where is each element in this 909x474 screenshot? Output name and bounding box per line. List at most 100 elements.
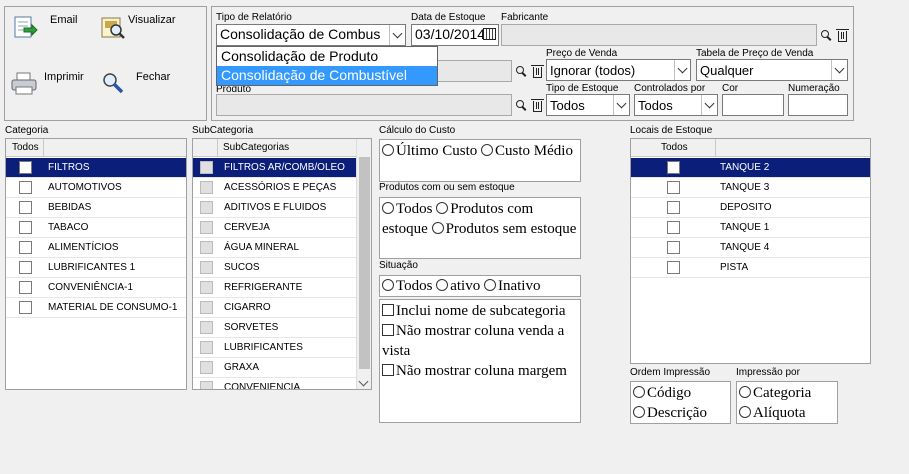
checkbox-icon[interactable] (382, 364, 394, 376)
calendar-icon[interactable] (483, 28, 496, 40)
ordem-descricao-radio[interactable]: Descrição (633, 403, 728, 423)
radio-icon[interactable] (382, 202, 394, 214)
locais-row[interactable]: PISTA (631, 258, 870, 278)
checkbox-icon[interactable] (382, 304, 394, 316)
controlados-select[interactable]: Todos (634, 94, 718, 116)
produto-input[interactable] (216, 94, 512, 116)
categoria-row[interactable]: CONVENIÊNCIA-1 (6, 278, 186, 298)
tabela-preco-select[interactable]: Qualquer (696, 59, 848, 81)
checkbox-icon[interactable] (199, 281, 213, 294)
impressao-categoria-radio[interactable]: Categoria (739, 383, 835, 403)
checkbox-icon[interactable] (199, 361, 213, 374)
dropdown-option-selected[interactable]: Consolidação de Combustível (217, 66, 437, 85)
tipo-estoque-select[interactable]: Todos (546, 94, 630, 116)
subcategoria-row[interactable]: FILTROS AR/COMB/OLEO (193, 158, 371, 178)
radio-icon[interactable] (739, 406, 751, 418)
chevron-down-icon[interactable] (831, 60, 847, 80)
subcategoria-row[interactable]: CERVEJA (193, 218, 371, 238)
categoria-row[interactable]: TABACO (6, 218, 186, 238)
locais-row[interactable]: TANQUE 2 (631, 158, 870, 178)
categoria-row[interactable]: AUTOMOTIVOS (6, 178, 186, 198)
chevron-down-icon[interactable] (701, 95, 717, 115)
checkbox-icon[interactable] (382, 324, 394, 336)
chevron-down-icon[interactable] (389, 25, 405, 45)
checkbox-icon[interactable] (199, 301, 213, 314)
radio-icon[interactable] (382, 279, 394, 291)
checkbox-icon[interactable] (18, 281, 32, 294)
subcategoria-row[interactable]: ACESSÓRIOS E PEÇAS (193, 178, 371, 198)
grupo-clear-icon[interactable] (529, 62, 545, 80)
subcategoria-row[interactable]: CONVENIENCIA (193, 378, 371, 389)
subcategoria-row[interactable]: ADITIVOS E FLUIDOS (193, 198, 371, 218)
subcategoria-row[interactable]: LUBRIFICANTES (193, 338, 371, 358)
categoria-row[interactable]: MATERIAL DE CONSUMO-1 (6, 298, 186, 318)
checkbox-icon[interactable] (199, 241, 213, 254)
locais-row[interactable]: TANQUE 1 (631, 218, 870, 238)
dropdown-option[interactable]: Consolidação de Produto (217, 47, 437, 66)
checkbox-icon[interactable] (18, 301, 32, 314)
checkbox-icon[interactable] (667, 261, 680, 274)
checkbox-icon[interactable] (199, 261, 213, 274)
imprimir-button[interactable]: Imprimir (10, 70, 84, 96)
checkbox-icon[interactable] (199, 341, 213, 354)
chevron-down-icon[interactable] (674, 60, 690, 80)
fabricante-search-icon[interactable] (818, 26, 834, 44)
visualizar-button[interactable]: Visualizar (100, 14, 176, 40)
fechar-button[interactable]: Fechar (100, 70, 170, 96)
locais-row[interactable]: DEPOSITO (631, 198, 870, 218)
scroll-down-icon[interactable] (358, 376, 369, 387)
locais-row[interactable]: TANQUE 3 (631, 178, 870, 198)
email-button[interactable]: Email (12, 14, 78, 40)
categoria-row[interactable]: BEBIDAS (6, 198, 186, 218)
radio-icon[interactable] (481, 144, 494, 156)
radio-icon[interactable] (739, 386, 751, 398)
fabricante-input[interactable] (501, 24, 817, 46)
checkbox-icon[interactable] (18, 201, 32, 214)
numeracao-input[interactable] (788, 94, 848, 116)
categoria-row[interactable]: ALIMENTÍCIOS (6, 238, 186, 258)
subcategoria-row[interactable]: CIGARRO (193, 298, 371, 318)
categoria-row[interactable]: LUBRIFICANTES 1 (6, 258, 186, 278)
ordem-codigo-radio[interactable]: Código (633, 383, 728, 403)
checkbox-icon[interactable] (18, 181, 32, 194)
radio-icon[interactable] (436, 279, 449, 291)
sit-inativo-radio[interactable]: Inativo (483, 278, 540, 294)
produto-clear-icon[interactable] (529, 96, 545, 114)
checkbox-icon[interactable] (667, 201, 680, 214)
inclui-subcategoria-checkbox[interactable]: Inclui nome de subcategoria (382, 301, 578, 321)
subcategoria-row[interactable]: REFRIGERANTE (193, 278, 371, 298)
radio-icon[interactable] (483, 279, 496, 291)
data-estoque-input[interactable]: 03/10/2014 (411, 24, 499, 46)
produto-search-icon[interactable] (513, 96, 529, 114)
checkbox-icon[interactable] (667, 221, 680, 234)
custo-medio-radio[interactable]: Custo Médio (481, 143, 573, 159)
checkbox-icon[interactable] (199, 321, 213, 334)
checkbox-icon[interactable] (199, 221, 213, 234)
checkbox-icon[interactable] (667, 181, 680, 194)
sit-todos-radio[interactable]: Todos (382, 278, 432, 294)
locais-row[interactable]: TANQUE 4 (631, 238, 870, 258)
checkbox-icon[interactable] (18, 261, 32, 274)
fabricante-clear-icon[interactable] (834, 26, 850, 44)
locais-header-todos[interactable]: Todos (661, 142, 688, 153)
preco-venda-select[interactable]: Ignorar (todos) (546, 59, 691, 81)
nao-mostrar-margem-checkbox[interactable]: Não mostrar coluna margem (382, 361, 578, 381)
subcategoria-row[interactable]: SORVETES (193, 318, 371, 338)
checkbox-icon[interactable] (199, 381, 213, 389)
checkbox-icon[interactable] (667, 161, 680, 174)
prod-todos-radio[interactable]: Todos (382, 201, 432, 217)
checkbox-icon[interactable] (199, 181, 213, 194)
tipo-relatorio-select[interactable]: Consolidação de Combus (216, 24, 406, 46)
impressao-aliquota-radio[interactable]: Alíquota (739, 403, 835, 423)
radio-icon[interactable] (431, 222, 444, 234)
ultimo-custo-radio[interactable]: Último Custo (382, 143, 477, 159)
radio-icon[interactable] (633, 386, 645, 398)
radio-icon[interactable] (436, 202, 449, 214)
categoria-row[interactable]: FILTROS (6, 158, 186, 178)
chevron-down-icon[interactable] (613, 95, 629, 115)
checkbox-icon[interactable] (199, 201, 213, 214)
subcategoria-row[interactable]: SUCOS (193, 258, 371, 278)
prod-sem-radio[interactable]: Produtos sem estoque (431, 221, 576, 237)
scroll-thumb[interactable] (359, 157, 370, 369)
sit-ativo-radio[interactable]: ativo (436, 278, 480, 294)
